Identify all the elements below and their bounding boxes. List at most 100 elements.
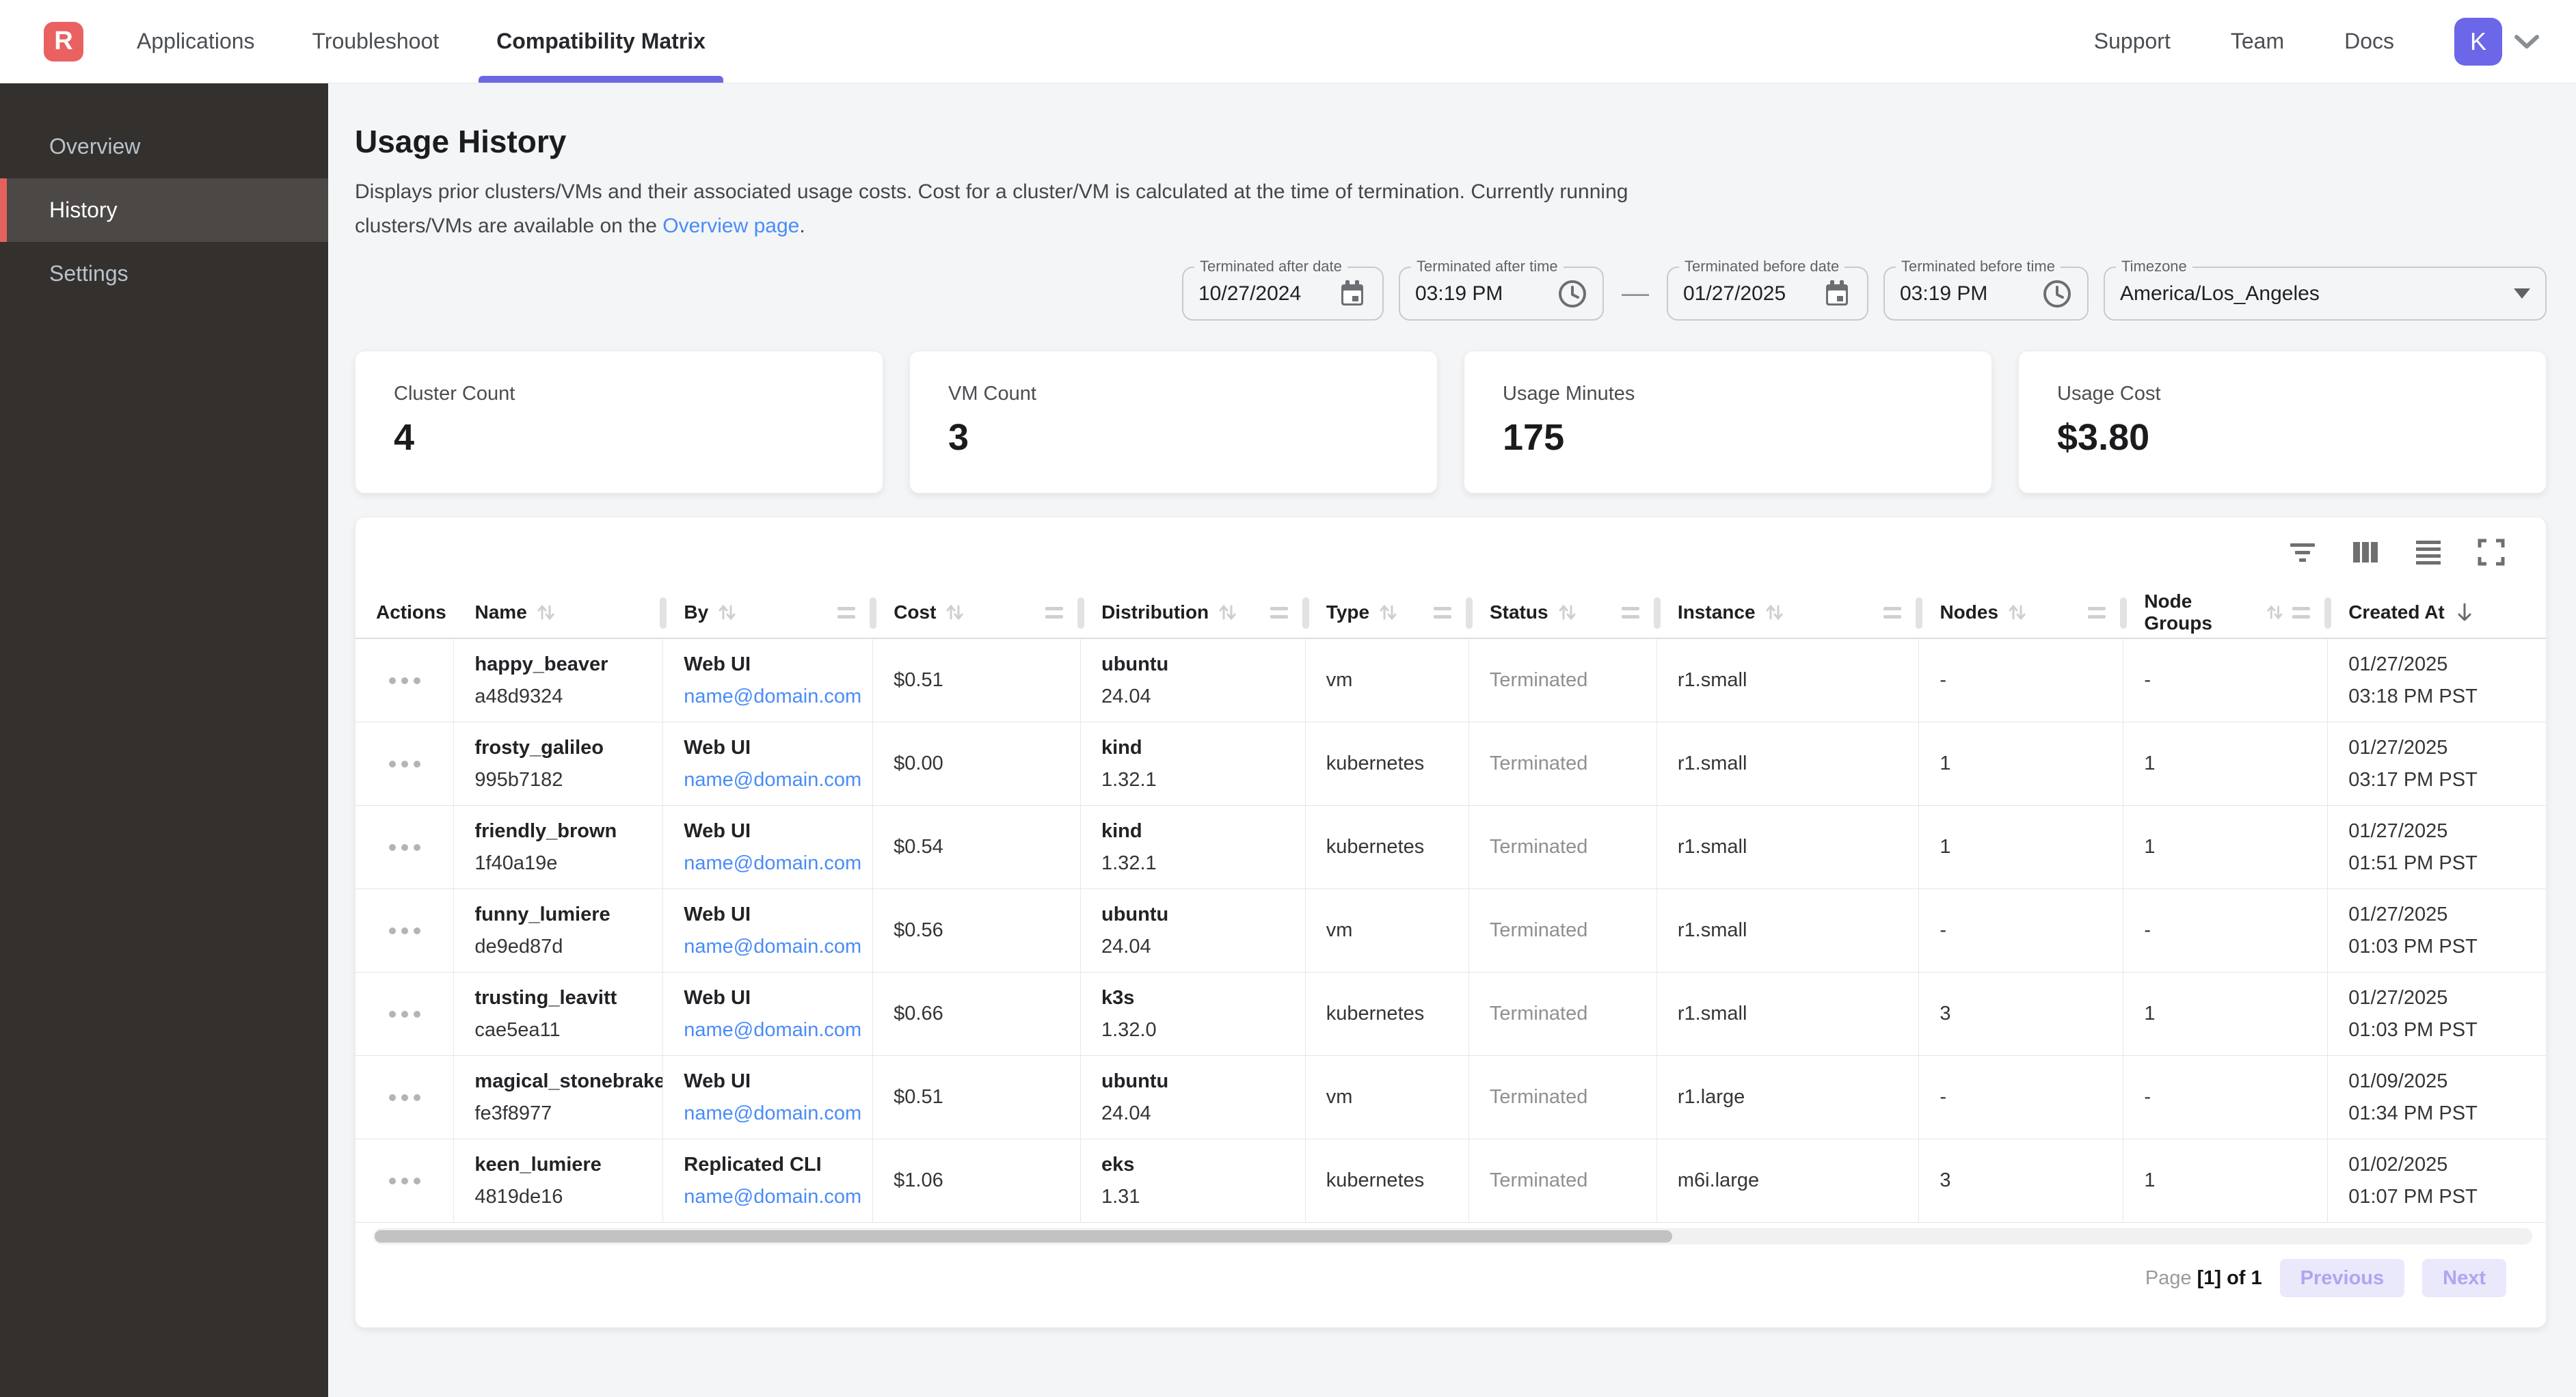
created-by-email-link[interactable]: name@domain.com (684, 1186, 872, 1208)
column-header-name[interactable]: Name (455, 587, 664, 638)
terminated-after-time-field[interactable]: Terminated after time 03:19 PM (1399, 267, 1604, 321)
by-cell: Web UI name@domain.com (663, 639, 873, 722)
row-actions-button[interactable] (355, 806, 454, 889)
sidebar-item-settings[interactable]: Settings (0, 242, 328, 306)
created-by-source: Web UI (684, 820, 872, 843)
column-drag-handle[interactable] (1270, 607, 1288, 619)
tab-compatibility-matrix[interactable]: Compatibility Matrix (496, 0, 706, 83)
column-header-by[interactable]: By (663, 587, 873, 638)
stat-value: $3.80 (2057, 416, 2546, 459)
status-cell: Terminated (1469, 973, 1657, 1055)
row-actions-button[interactable] (355, 639, 454, 722)
sidebar-item-overview[interactable]: Overview (0, 115, 328, 178)
column-header-status[interactable]: Status (1469, 587, 1657, 638)
column-drag-handle[interactable] (1434, 607, 1451, 619)
overview-page-link[interactable]: Overview page (662, 215, 799, 237)
calendar-icon[interactable] (1822, 279, 1852, 309)
clock-icon[interactable] (1557, 279, 1587, 309)
terminated-after-date-field[interactable]: Terminated after date 10/27/2024 (1182, 267, 1384, 321)
column-header-nodes[interactable]: Nodes (1919, 587, 2123, 638)
node-groups-cell: - (2123, 639, 2328, 722)
instance-value: r1.small (1678, 836, 1919, 858)
next-button[interactable]: Next (2422, 1259, 2506, 1297)
cost-cell: $0.00 (873, 722, 1081, 805)
previous-button[interactable]: Previous (2280, 1259, 2405, 1297)
column-resize-handle[interactable] (2120, 597, 2127, 629)
distribution-name: k3s (1101, 987, 1305, 1009)
status-badge: Terminated (1490, 669, 1656, 692)
filter-icon[interactable] (2287, 537, 2318, 567)
column-resize-handle[interactable] (1916, 597, 1922, 629)
column-drag-handle[interactable] (2088, 607, 2106, 619)
type-cell: vm (1306, 639, 1469, 722)
column-header-cost[interactable]: Cost (873, 587, 1081, 638)
docs-link[interactable]: Docs (2344, 29, 2394, 54)
column-drag-handle[interactable] (2292, 607, 2310, 619)
column-resize-handle[interactable] (1077, 597, 1084, 629)
row-actions-button[interactable] (355, 973, 454, 1055)
team-link[interactable]: Team (2231, 29, 2284, 54)
description-text: Displays prior clusters/VMs and their as… (355, 180, 1628, 237)
column-header-type[interactable]: Type (1306, 587, 1469, 638)
support-link[interactable]: Support (2094, 29, 2171, 54)
column-resize-handle[interactable] (2324, 597, 2331, 629)
created-at-cell: 01/02/2025 01:07 PM PST (2328, 1139, 2546, 1222)
tab-applications[interactable]: Applications (137, 0, 255, 83)
created-by-email-link[interactable]: name@domain.com (684, 769, 872, 791)
column-header-node-groups[interactable]: Node Groups (2123, 587, 2328, 638)
type-value: vm (1326, 669, 1468, 692)
row-actions-button[interactable] (355, 722, 454, 805)
created-by-email-link[interactable]: name@domain.com (684, 1102, 872, 1125)
created-by-source: Web UI (684, 653, 872, 676)
density-icon[interactable] (2413, 537, 2443, 567)
instance-cell: r1.large (1657, 1056, 1920, 1139)
column-resize-handle[interactable] (870, 597, 876, 629)
column-drag-handle[interactable] (1045, 607, 1063, 619)
calendar-icon[interactable] (1337, 279, 1367, 309)
column-header-created-at[interactable]: Created At (2328, 587, 2546, 638)
status-badge: Terminated (1490, 919, 1656, 942)
column-drag-handle[interactable] (1883, 607, 1901, 619)
column-drag-handle[interactable] (837, 607, 855, 619)
terminated-before-time-field[interactable]: Terminated before time 03:19 PM (1883, 267, 2089, 321)
ellipsis-icon (389, 927, 420, 934)
created-by-email-link[interactable]: name@domain.com (684, 686, 872, 708)
column-resize-handle[interactable] (1302, 597, 1309, 629)
created-at-cell: 01/27/2025 03:18 PM PST (2328, 639, 2546, 722)
tab-troubleshoot[interactable]: Troubleshoot (312, 0, 440, 83)
horizontal-scrollbar-thumb[interactable] (375, 1230, 1672, 1243)
replicated-logo[interactable]: R (44, 22, 83, 62)
usage-history-table-card: Actions Name By Cost Distribution (355, 517, 2547, 1328)
column-header-instance[interactable]: Instance (1657, 587, 1920, 638)
distribution-version: 1.32.1 (1101, 852, 1305, 875)
clock-icon[interactable] (2042, 279, 2072, 309)
ellipsis-icon (389, 1178, 420, 1184)
timezone-select[interactable]: Timezone America/Los_Angeles (2104, 267, 2547, 321)
show-hide-columns-icon[interactable] (2350, 537, 2380, 567)
stat-label: VM Count (948, 383, 1437, 405)
column-resize-handle[interactable] (1654, 597, 1661, 629)
row-actions-button[interactable] (355, 1056, 454, 1139)
account-menu-button[interactable]: K (2454, 18, 2540, 66)
row-actions-button[interactable] (355, 1139, 454, 1222)
fullscreen-icon[interactable] (2476, 537, 2506, 567)
column-label: Nodes (1940, 601, 1998, 623)
created-time: 03:18 PM PST (2348, 686, 2546, 708)
sort-icon (1764, 602, 1784, 623)
row-actions-button[interactable] (355, 889, 454, 972)
distribution-name: ubuntu (1101, 653, 1305, 676)
sort-icon (1557, 602, 1577, 623)
column-drag-handle[interactable] (1622, 607, 1639, 619)
column-resize-handle[interactable] (1466, 597, 1473, 629)
created-by-email-link[interactable]: name@domain.com (684, 1019, 872, 1042)
created-by-email-link[interactable]: name@domain.com (684, 852, 872, 875)
terminated-before-date-field[interactable]: Terminated before date 01/27/2025 (1667, 267, 1868, 321)
horizontal-scrollbar-track[interactable] (373, 1228, 2532, 1245)
column-resize-handle[interactable] (660, 597, 667, 629)
column-header-distribution[interactable]: Distribution (1081, 587, 1306, 638)
cluster-name: keen_lumiere (474, 1154, 662, 1176)
distribution-cell: kind 1.32.1 (1081, 806, 1306, 889)
created-by-email-link[interactable]: name@domain.com (684, 936, 872, 958)
distribution-cell: kind 1.32.1 (1081, 722, 1306, 805)
sidebar-item-history[interactable]: History (0, 178, 328, 242)
